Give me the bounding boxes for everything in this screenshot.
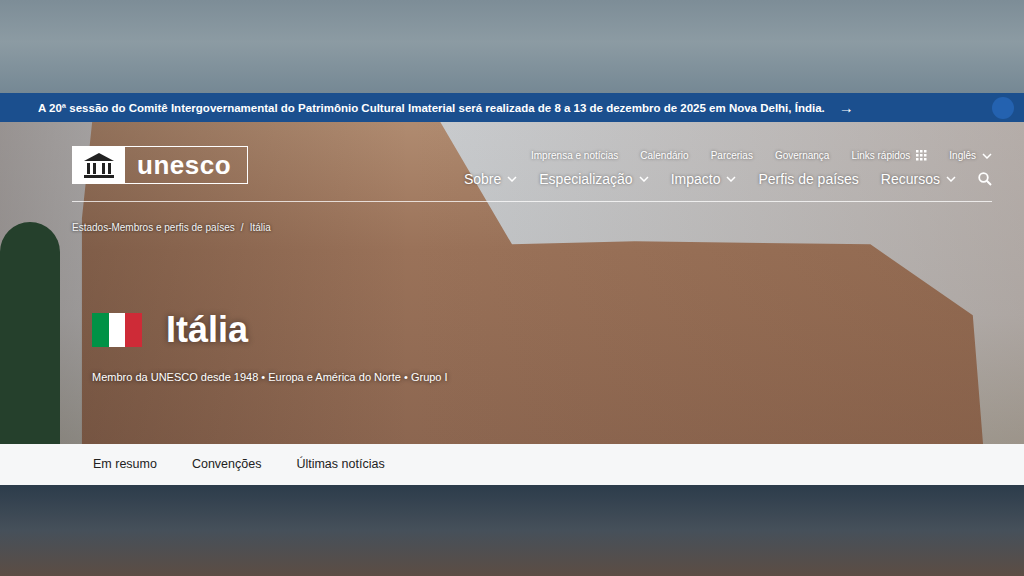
temple-icon [83,151,115,179]
top-link[interactable]: Governança [775,150,829,161]
banner-text[interactable]: A 20ª sessão do Comitê Intergovernamenta… [38,102,825,114]
tab[interactable]: Últimas notícias [296,453,384,477]
nav-item[interactable]: Perfis de países [758,171,858,187]
hero: unesco Imprensa e notícias Calendário Parce… [0,122,1024,444]
arrow-icon[interactable]: → [839,99,854,116]
breadcrumb-item: / [241,222,244,233]
top-link-label[interactable]: Imprensa e notícias [531,150,618,161]
header-divider [72,201,992,202]
chevron-down-icon [726,176,736,182]
nav-label[interactable]: Especialização [539,171,632,187]
nav-item[interactable]: Especialização [539,171,648,187]
top-link-label[interactable]: Calendário [640,150,688,161]
chevron-down-icon [507,176,517,182]
top-link[interactable]: Parcerias [711,150,753,161]
nav-item[interactable]: Sobre [464,171,517,187]
top-link-label[interactable]: Governança [775,150,829,161]
language-selector[interactable]: Inglês [949,150,992,161]
breadcrumb-item: Itália [250,222,271,233]
chevron-down-icon [982,153,992,159]
logo-text[interactable]: unesco [125,147,247,183]
tab[interactable]: Convenções [192,453,262,477]
chevron-down-icon [946,176,956,182]
nav-label[interactable]: Impacto [671,171,721,187]
top-link[interactable]: Calendário [640,150,688,161]
circle-button[interactable] [992,97,1014,119]
nav-label[interactable]: Recursos [881,171,940,187]
top-link[interactable]: Links rápidos [851,150,927,161]
top-link-label[interactable]: Links rápidos [851,150,910,161]
nav-item[interactable]: Impacto [671,171,737,187]
unesco-logo[interactable]: unesco [72,146,248,184]
announcement-banner[interactable]: A 20ª sessão do Comitê Intergovernamenta… [0,93,1024,122]
top-link-label[interactable]: Parcerias [711,150,753,161]
breadcrumb-item[interactable]: Estados-Membros e perfis de países [72,222,235,233]
breadcrumb: Estados-Membros e perfis de países / Itáli… [72,222,992,233]
main-nav: Sobre Especialização Impacto Perfis de país… [464,171,992,187]
country-name: Itália [166,309,248,351]
nav-item[interactable]: Recursos [881,171,956,187]
navigation: Imprensa e notícias Calendário Parcerias Go… [464,146,992,187]
page-background [0,0,1024,93]
country-subtitle: Membro da UNESCO desde 1948 • Europa e A… [92,371,992,383]
language-label[interactable]: Inglês [949,150,976,161]
tab-bar: Em resumo Convenções Últimas notícias [0,444,1024,485]
country-title: Itália [92,309,992,351]
page-background [0,485,1024,576]
nav-label[interactable]: Sobre [464,171,501,187]
logo-mark [73,147,125,183]
site-header: unesco Imprensa e notícias Calendário Parce… [72,146,992,187]
grid-icon [916,150,927,161]
top-links: Imprensa e notícias Calendário Parcerias Go… [531,150,992,161]
nav-label[interactable]: Perfis de países [758,171,858,187]
italy-flag-icon [92,313,142,347]
top-link[interactable]: Imprensa e notícias [531,150,618,161]
search-icon[interactable] [978,172,992,186]
chevron-down-icon [639,176,649,182]
tab[interactable]: Em resumo [93,453,157,477]
